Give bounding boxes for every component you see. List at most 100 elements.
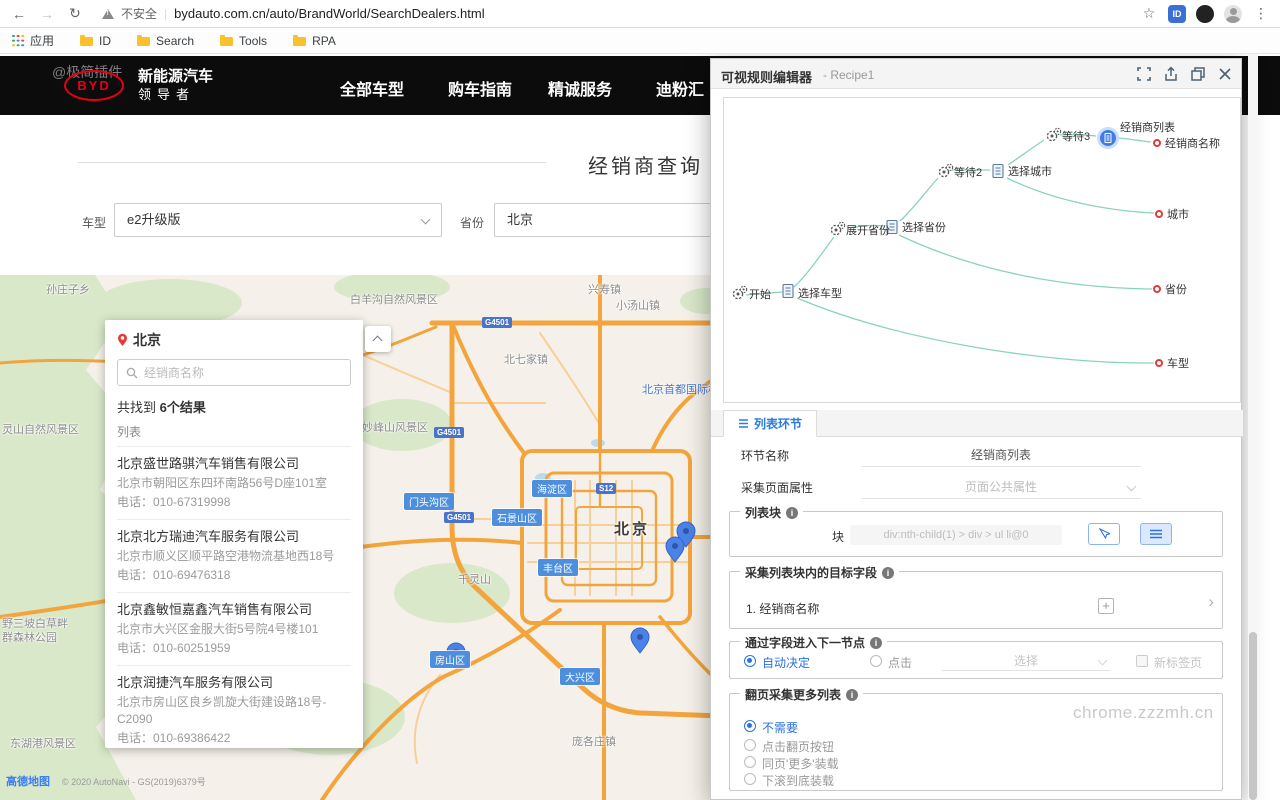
scrollbar-track[interactable] — [1248, 54, 1258, 800]
output-port-model[interactable] — [1156, 360, 1162, 366]
section-title: 翻页采集更多列表 i — [740, 686, 863, 703]
duplicate-icon[interactable] — [1190, 66, 1206, 82]
add-field-button[interactable]: + — [1098, 598, 1114, 614]
no-pagination-radio[interactable] — [744, 720, 756, 732]
step-name-input[interactable]: 经销商列表 — [861, 443, 1141, 467]
security-warning-icon[interactable] — [102, 9, 114, 19]
visual-rule-editor-panel: 可视规则编辑器 - Recipe1 — [710, 58, 1242, 800]
district-badge: 海淀区 — [532, 480, 572, 497]
refresh-icon[interactable]: ↻ — [66, 5, 84, 22]
output-port-city[interactable] — [1156, 211, 1162, 217]
click-page-button-radio[interactable] — [744, 739, 756, 751]
editor-tabstrip: 列表环节 — [711, 410, 1243, 437]
auto-decide-label[interactable]: 自动决定 — [762, 654, 810, 671]
address-bar[interactable]: 不安全 | bydauto.com.cn/auto/BrandWorld/Sea… — [94, 3, 1130, 25]
dealer-item[interactable]: 北京润捷汽车服务有限公司 北京市房山区良乡凯旋大街建设路18号-C2090 电话… — [117, 666, 351, 748]
close-icon[interactable] — [1217, 66, 1233, 82]
click-page-button-label[interactable]: 点击翻页按钮 — [762, 738, 834, 755]
output-label: 经销商名称 — [1165, 136, 1220, 150]
target-field-item[interactable]: 1. 经销商名称 — [746, 600, 819, 617]
scrollbar-thumb[interactable] — [1249, 632, 1257, 800]
no-pagination-label[interactable]: 不需要 — [762, 719, 798, 736]
collapse-panel-button[interactable] — [365, 326, 391, 352]
flow-node-select-model[interactable] — [783, 285, 793, 298]
editor-titlebar[interactable]: 可视规则编辑器 - Recipe1 — [711, 59, 1241, 89]
map-label: 千灵山 — [458, 571, 491, 587]
flow-label: 选择车型 — [798, 286, 842, 300]
click-radio[interactable] — [870, 655, 882, 667]
tab-list-step[interactable]: 列表环节 — [723, 410, 817, 437]
flow-node-select-city[interactable] — [993, 165, 1003, 178]
dealer-item[interactable]: 北京北方瑞迪汽车服务有限公司 北京市顺义区顺平路空港物流基地西18号 电话：01… — [117, 520, 351, 593]
byd-logo[interactable]: BYD — [64, 70, 124, 101]
new-tab-label[interactable]: 新标签页 — [1154, 654, 1202, 671]
new-tab-checkbox[interactable] — [1136, 655, 1148, 667]
next-node-select[interactable]: 选择 — [942, 651, 1110, 671]
info-icon[interactable]: i — [870, 637, 882, 649]
bookmark-label: Tools — [239, 34, 267, 48]
pick-element-button[interactable] — [1088, 523, 1120, 545]
flow-node-start[interactable] — [733, 286, 746, 298]
flow-label: 展开省份 — [846, 224, 890, 237]
list-mode-button[interactable] — [1140, 523, 1172, 545]
profile-avatar-icon[interactable] — [1224, 5, 1242, 23]
nav-fans[interactable]: 迪粉汇 — [656, 76, 704, 100]
nav-buying-guide[interactable]: 购车指南 — [448, 76, 512, 100]
extension-icon[interactable] — [1196, 5, 1214, 23]
browser-menu-icon[interactable]: ⋮ — [1252, 5, 1270, 22]
load-more-label[interactable]: 同页'更多'装载 — [762, 755, 839, 772]
auto-decide-radio[interactable] — [744, 655, 756, 667]
bookmark-folder-id[interactable]: ID — [80, 34, 111, 48]
omnibox-separator: | — [164, 7, 167, 21]
bookmark-folder-tools[interactable]: Tools — [220, 34, 267, 48]
page-attr-label: 采集页面属性 — [741, 479, 813, 496]
info-icon[interactable]: i — [846, 689, 858, 701]
chevron-down-icon — [421, 215, 431, 225]
url-text[interactable]: bydauto.com.cn/auto/BrandWorld/SearchDea… — [174, 6, 484, 21]
expand-field-chevron[interactable]: › — [1208, 592, 1214, 612]
list-block-section: 列表块 i 块 div:nth-child(1) > div > ul li@0 — [729, 511, 1223, 557]
click-label[interactable]: 点击 — [888, 654, 912, 671]
flow-node-dealer-list[interactable] — [1097, 127, 1119, 149]
back-icon[interactable]: ← — [10, 6, 28, 22]
info-icon[interactable]: i — [882, 567, 894, 579]
flow-node-expand-province[interactable] — [831, 222, 844, 234]
dealer-item[interactable]: 北京盛世路骐汽车销售有限公司 北京市朝阳区东四环南路56号D座101室 电话：0… — [117, 447, 351, 520]
infinite-scroll-label[interactable]: 下滚到底装载 — [762, 772, 834, 789]
page-attr-select[interactable]: 页面公共属性 — [861, 475, 1141, 499]
output-port-province[interactable] — [1154, 286, 1160, 292]
bookmark-label: ID — [99, 34, 111, 48]
search-icon — [126, 367, 138, 379]
bookmark-star-icon[interactable]: ☆ — [1140, 5, 1158, 22]
info-icon[interactable]: i — [786, 507, 798, 519]
infinite-scroll-radio[interactable] — [744, 773, 756, 785]
block-selector-input[interactable]: div:nth-child(1) > div > ul li@0 — [850, 525, 1062, 545]
brand-tagline: 新能源汽车 领导者 — [138, 67, 213, 103]
load-more-radio[interactable] — [744, 756, 756, 768]
tab-label: 列表环节 — [754, 415, 802, 432]
pointer-icon — [1098, 528, 1110, 540]
map-label: 群森林公园 — [2, 629, 57, 645]
bookmark-folder-rpa[interactable]: RPA — [293, 34, 336, 48]
nav-service[interactable]: 精诚服务 — [548, 76, 612, 100]
dealer-card-header: 北京 — [117, 330, 351, 350]
vehicle-select[interactable]: e2升级版 — [114, 203, 442, 237]
export-icon[interactable] — [1163, 66, 1179, 82]
nav-all-models[interactable]: 全部车型 — [340, 76, 404, 100]
fullscreen-icon[interactable] — [1136, 66, 1152, 82]
id-extension-icon[interactable]: ID — [1168, 5, 1186, 23]
dealer-search-box[interactable] — [117, 359, 351, 386]
flow-node-wait2[interactable] — [939, 164, 952, 176]
bookmark-apps[interactable]: 应用 — [12, 32, 54, 49]
bookmark-folder-search[interactable]: Search — [137, 34, 194, 48]
dealer-item[interactable]: 北京鑫敏恒嘉鑫汽车销售有限公司 北京市大兴区金服大街5号院4号楼101 电话：0… — [117, 593, 351, 666]
flow-node-wait3[interactable] — [1047, 128, 1060, 140]
dealer-list-card: 北京 共找到 6个结果 列表 北京盛世路骐汽车销售有限公司 北京市朝阳区东四环南… — [105, 320, 363, 748]
forward-icon[interactable]: → — [38, 6, 56, 22]
map-label: 北七家镇 — [504, 351, 548, 367]
output-port-dealer-name[interactable] — [1154, 140, 1160, 146]
province-label: 省份 — [460, 214, 484, 231]
dealer-search-input[interactable] — [144, 366, 342, 380]
output-label: 省份 — [1165, 283, 1187, 296]
flow-canvas[interactable]: 开始 选择车型 展开省份 选择省份 等待2 选择城市 等待3 经销商列表 经销商… — [723, 97, 1241, 403]
